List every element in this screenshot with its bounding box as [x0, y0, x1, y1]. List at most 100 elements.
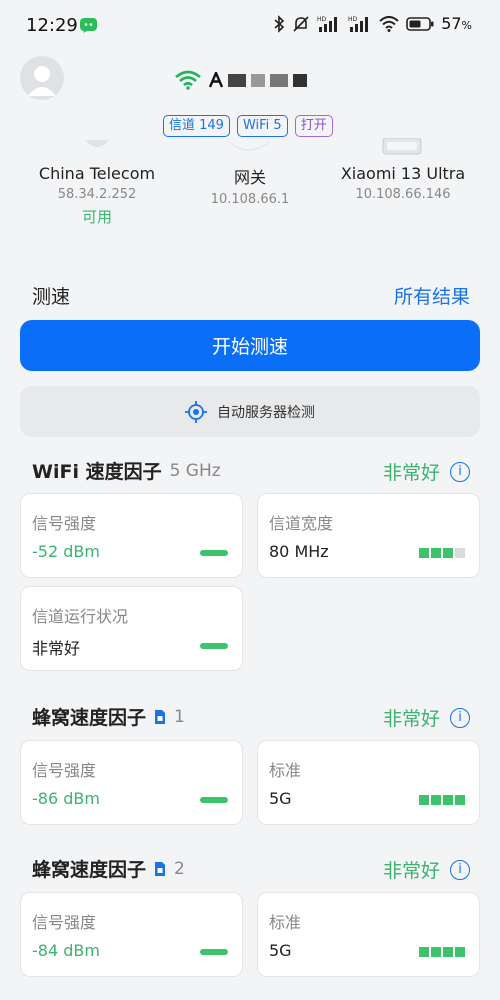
node-ip: 10.108.66.146	[355, 187, 451, 202]
mute-icon	[293, 15, 309, 32]
cellular1-rating: 非常好 i	[383, 704, 470, 731]
status-indicators: HD HD 57%	[274, 14, 472, 33]
bar-segment	[419, 795, 429, 805]
card-key: 标准	[269, 913, 302, 932]
cellular2-signal-card[interactable]: 信号强度 -84 dBm	[20, 892, 243, 977]
wifi-section-header: WiFi 速度因子 5 GHz	[32, 457, 221, 484]
channel-badge: 信道 149	[163, 115, 230, 137]
cellular2-rating: 非常好 i	[383, 856, 470, 883]
speedtest-label: 测速	[32, 286, 71, 308]
card-value: -84 dBm	[32, 941, 100, 960]
card-value: -86 dBm	[32, 789, 100, 808]
quality-bars	[419, 947, 465, 957]
wifi-section-title: WiFi 速度因子	[32, 461, 162, 483]
node-isp[interactable]: China Telecom 58.34.2.252 可用	[17, 164, 177, 227]
node-state: 可用	[81, 208, 112, 226]
quality-pill	[200, 949, 228, 955]
card-key: 信号强度	[32, 514, 97, 533]
sim-slot-number: 1	[174, 706, 185, 727]
ssid-redaction-block	[270, 73, 288, 87]
quality-bars	[419, 548, 465, 558]
card-key: 信道宽度	[269, 514, 334, 533]
cellular1-standard-card[interactable]: 标准 5G	[257, 740, 480, 825]
node-ip: 10.108.66.1	[210, 192, 290, 207]
wifi-channel-health-card[interactable]: 信道运行状况 非常好	[20, 586, 243, 671]
bar-segment	[443, 548, 453, 558]
card-key: 信号强度	[32, 761, 97, 780]
wifi-rating-text: 非常好	[382, 462, 440, 484]
chat-app-icon	[80, 18, 97, 33]
bar-segment	[455, 947, 465, 957]
bar-segment	[443, 795, 453, 805]
card-key: 信道运行状况	[32, 607, 129, 626]
cellular2-standard-card[interactable]: 标准 5G	[257, 892, 480, 977]
cellular1-signal-card[interactable]: 信号强度 -86 dBm	[20, 740, 243, 825]
cellular2-rating-text: 非常好	[382, 860, 440, 882]
cellular2-section-header: 蜂窝速度因子 2	[32, 855, 185, 882]
status-time: 12:29	[26, 15, 78, 36]
quality-pill	[200, 550, 228, 556]
wifi-connected-icon	[175, 70, 201, 90]
network-badges: 信道 149 WiFi 5 打开	[163, 115, 333, 137]
node-name: 网关	[233, 168, 266, 187]
quality-pill	[200, 643, 228, 649]
ssid-redaction-block	[251, 73, 265, 87]
cellular2-section-title: 蜂窝速度因子	[32, 859, 147, 881]
bar-segment	[431, 947, 441, 957]
cellular-signal-icon-2: HD	[348, 16, 369, 32]
wifi-band: 5 GHz	[169, 460, 221, 481]
locate-target-icon	[185, 400, 207, 423]
user-avatar[interactable]	[20, 56, 64, 100]
ssid-redacted	[209, 72, 307, 88]
all-results-link[interactable]: 所有结果	[394, 282, 470, 309]
sim-slot-number: 2	[174, 858, 185, 879]
node-gateway[interactable]: 网关 10.108.66.1	[170, 164, 330, 207]
node-device[interactable]: Xiaomi 13 Ultra 10.108.66.146	[323, 164, 483, 202]
ssid-redaction-block	[293, 73, 307, 87]
cellular-signal-icon: HD	[317, 16, 338, 32]
phone-device-icon	[382, 138, 422, 155]
start-speedtest-button[interactable]: 开始测速	[20, 320, 480, 371]
auto-server-button[interactable]: 自动服务器检测	[20, 386, 480, 437]
router-icon	[228, 140, 270, 151]
quality-pill	[200, 797, 228, 803]
bar-segment	[443, 947, 453, 957]
card-value: 80 MHz	[269, 542, 329, 561]
bar-segment	[455, 548, 465, 558]
sim-card-icon	[154, 709, 166, 725]
card-key: 标准	[269, 761, 302, 780]
wifi-icon	[379, 15, 399, 32]
ssid-redaction-block	[228, 73, 246, 87]
card-key: 信号强度	[32, 913, 97, 932]
wifi-signal-card[interactable]: 信号强度 -52 dBm	[20, 493, 243, 578]
security-badge: 打开	[294, 115, 333, 137]
info-icon[interactable]: i	[450, 859, 470, 880]
bar-segment	[455, 795, 465, 805]
info-icon[interactable]: i	[450, 461, 470, 482]
sim-card-icon	[154, 861, 166, 877]
connected-network[interactable]	[175, 66, 307, 94]
bar-segment	[419, 548, 429, 558]
cellular1-section-title: 蜂窝速度因子	[32, 707, 147, 729]
svg-text:HD: HD	[317, 16, 327, 23]
auto-server-label: 自动服务器检测	[217, 404, 315, 421]
wifi-channel-width-card[interactable]: 信道宽度 80 MHz	[257, 493, 480, 578]
bar-segment	[431, 548, 441, 558]
wifi-rating: 非常好 i	[383, 458, 470, 485]
info-icon[interactable]: i	[450, 707, 470, 728]
svg-text:HD: HD	[348, 16, 358, 23]
quality-bars	[419, 795, 465, 805]
node-name: China Telecom	[38, 164, 156, 183]
cellular1-rating-text: 非常好	[382, 708, 440, 730]
card-value: 5G	[269, 789, 292, 808]
card-value: 5G	[269, 941, 292, 960]
card-value: -52 dBm	[32, 542, 100, 561]
isp-globe-icon	[85, 140, 109, 147]
card-value: 非常好	[32, 639, 81, 658]
node-ip: 58.34.2.252	[57, 187, 137, 202]
status-bar: 12:29 HD HD 57%	[0, 0, 500, 52]
wifi-standard-badge: WiFi 5	[236, 115, 288, 137]
battery-percentage: 57%	[441, 14, 472, 33]
node-name: Xiaomi 13 Ultra	[340, 164, 466, 183]
user-avatar-icon	[28, 66, 56, 96]
